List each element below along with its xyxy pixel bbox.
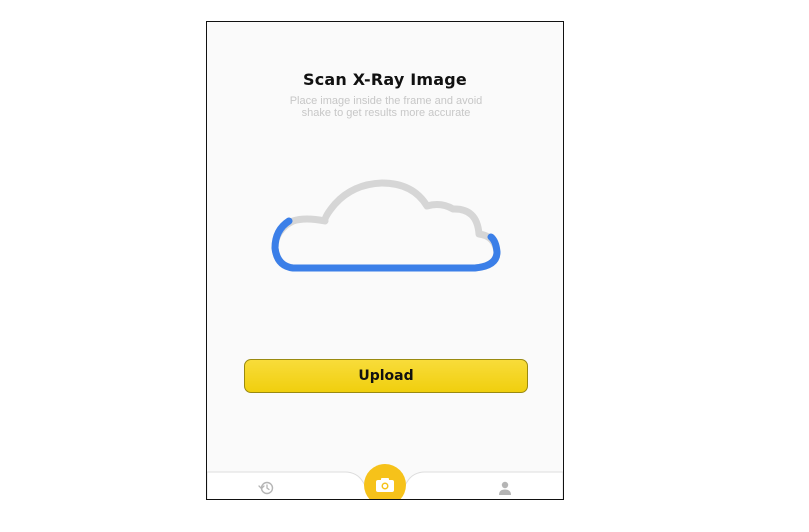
camera-icon xyxy=(376,478,394,492)
phone-screen: Scan X-Ray Image Place image inside the … xyxy=(206,21,564,500)
upload-progress-arc xyxy=(271,217,501,272)
upload-button[interactable]: Upload xyxy=(244,359,528,393)
page-title: Scan X-Ray Image xyxy=(303,70,467,89)
history-icon[interactable] xyxy=(257,480,275,496)
subtitle-line-2: shake to get results more accurate xyxy=(301,107,471,119)
camera-button[interactable] xyxy=(364,464,406,499)
cloud-icon xyxy=(271,179,501,272)
subtitle-line-1: Place image inside the frame and avoid xyxy=(289,95,483,107)
profile-icon[interactable] xyxy=(496,480,514,496)
page-subtitle: Place image inside the frame and avoid s… xyxy=(247,95,525,119)
cloud-outline xyxy=(271,179,501,272)
